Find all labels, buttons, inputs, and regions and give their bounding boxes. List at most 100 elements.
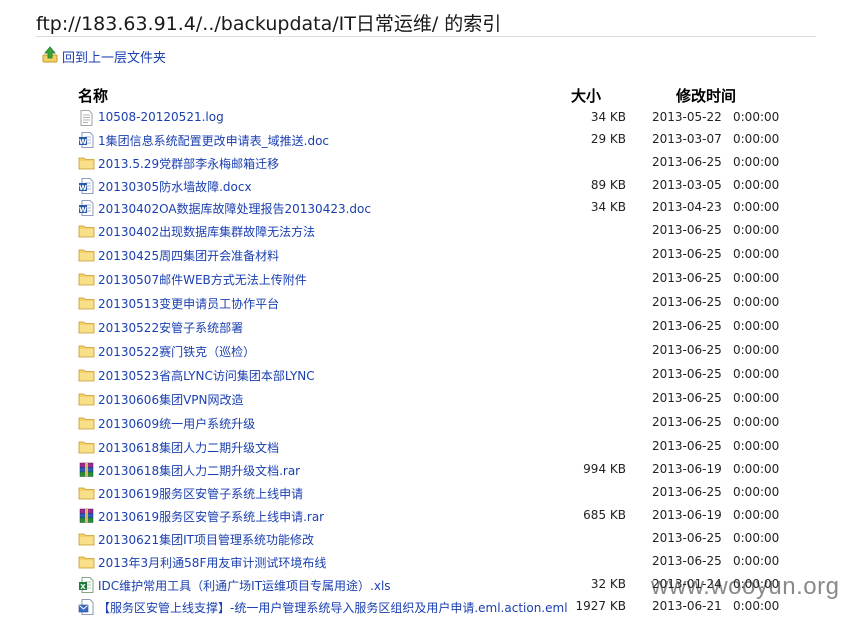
folder-icon [78, 271, 95, 287]
file-date: 2013-06-25 [652, 319, 722, 333]
file-name-link[interactable]: 20130425周四集团开会准备材料 [98, 247, 279, 264]
file-name-link[interactable]: 20130522安管子系统部署 [98, 319, 243, 336]
svg-text:X: X [80, 583, 86, 591]
file-time: 0:00:00 [733, 367, 780, 381]
file-date: 2013-06-25 [652, 554, 722, 568]
title-divider [36, 36, 816, 37]
file-name-link[interactable]: 20130618集团人力二期升级文档 [98, 439, 279, 456]
file-row: 20130621集团IT项目管理系统功能修改 2013-06-25 0:00:00 [0, 528, 857, 550]
folder-icon [78, 155, 95, 171]
file-name-link[interactable]: 20130619服务区安管子系统上线申请 [98, 485, 303, 502]
file-name-link[interactable]: 20130507邮件WEB方式无法上传附件 [98, 271, 307, 288]
file-name-link[interactable]: IDC维护常用工具（利通广场IT运维项目专属用途）.xls [98, 577, 391, 594]
file-name-link[interactable]: 20130618集团人力二期升级文档.rar [98, 462, 300, 479]
folder-icon [78, 485, 95, 501]
file-date: 2013-03-05 [652, 178, 722, 192]
file-time: 0:00:00 [733, 110, 780, 124]
file-row: 2013年3月利通58F用友审计测试环境布线 2013-06-25 0:00:00 [0, 551, 857, 573]
file-time: 0:00:00 [733, 415, 780, 429]
file-row: 20130523省高LYNC访问集团本部LYNC 2013-06-25 0:00:0… [0, 364, 857, 386]
page-title: ftp://183.63.91.4/../backupdata/IT日常运维/ … [36, 13, 502, 35]
folder-icon [78, 223, 95, 239]
file-size: 32 KB [590, 577, 626, 591]
file-name-link[interactable]: 10508-20120521.log [98, 110, 224, 124]
word-doc-icon: W [78, 132, 95, 148]
file-time: 0:00:00 [733, 178, 780, 192]
file-row: 20130609统一用户系统升级 2013-06-25 0:00:00 [0, 412, 857, 434]
file-date: 2013-03-07 [652, 132, 722, 146]
file-date: 2013-06-19 [652, 462, 722, 476]
file-name-link[interactable]: 20130402出现数据库集群故障无法方法 [98, 223, 315, 240]
file-date: 2013-06-21 [652, 599, 722, 613]
file-name-link[interactable]: 20130522赛门铁克（巡检） [98, 343, 255, 360]
column-header-name[interactable]: 名称 [78, 85, 108, 106]
file-time: 0:00:00 [733, 343, 780, 357]
file-row: 20130618集团人力二期升级文档 2013-06-25 0:00:00 [0, 436, 857, 458]
file-date: 2013-06-25 [652, 531, 722, 545]
file-size: 685 KB [583, 508, 626, 522]
file-row: 20130618集团人力二期升级文档.rar 994 KB 2013-06-19 0:… [0, 459, 857, 481]
file-name-link[interactable]: 20130609统一用户系统升级 [98, 415, 255, 432]
file-time: 0:00:00 [733, 599, 780, 613]
email-file-icon [78, 599, 95, 615]
file-size: 34 KB [590, 110, 626, 124]
file-row: 10508-20120521.log 34 KB 2013-05-22 0:00:00 [0, 107, 857, 129]
folder-icon [78, 247, 95, 263]
file-date: 2013-05-22 [652, 110, 722, 124]
file-row: 20130425周四集团开会准备材料 2013-06-25 0:00:00 [0, 244, 857, 266]
file-time: 0:00:00 [733, 391, 780, 405]
file-size: 34 KB [590, 200, 626, 214]
column-header-size[interactable]: 大小 [571, 85, 601, 106]
word-doc-icon: W [78, 178, 95, 194]
file-row: 20130513变更申请员工协作平台 2013-06-25 0:00:00 [0, 292, 857, 314]
file-name-link[interactable]: 20130619服务区安管子系统上线申请.rar [98, 508, 324, 525]
file-name-link[interactable]: 1集团信息系统配置更改申请表_域推送.doc [98, 132, 329, 149]
file-date: 2013-06-25 [652, 415, 722, 429]
file-name-link[interactable]: 20130305防水墙故障.docx [98, 178, 252, 195]
file-date: 2013-06-25 [652, 247, 722, 261]
file-row: 2013.5.29党群部李永梅邮箱迁移 2013-06-25 0:00:00 [0, 152, 857, 174]
parent-folder-label[interactable]: 回到上一层文件夹 [62, 47, 166, 66]
text-file-icon [78, 110, 95, 126]
file-time: 0:00:00 [733, 223, 780, 237]
file-row: 20130522安管子系统部署 2013-06-25 0:00:00 [0, 316, 857, 338]
file-time: 0:00:00 [733, 247, 780, 261]
folder-icon [78, 554, 95, 570]
file-name-link[interactable]: 【服务区安管上线支撑】-统一用户管理系统导入服务区组织及用户申请.eml.act… [98, 599, 568, 616]
file-date: 2013-06-25 [652, 155, 722, 169]
file-name-link[interactable]: 20130513变更申请员工协作平台 [98, 295, 279, 312]
file-date: 2013-06-25 [652, 223, 722, 237]
column-header-modified[interactable]: 修改时间 [676, 85, 736, 106]
file-name-link[interactable]: 20130523省高LYNC访问集团本部LYNC [98, 367, 315, 384]
file-time: 0:00:00 [733, 462, 780, 476]
file-name-link[interactable]: 20130402OA数据库故障处理报告20130423.doc [98, 200, 371, 217]
file-date: 2013-06-25 [652, 439, 722, 453]
file-row: 20130402出现数据库集群故障无法方法 2013-06-25 0:00:00 [0, 220, 857, 242]
file-name-link[interactable]: 2013.5.29党群部李永梅邮箱迁移 [98, 155, 279, 172]
rar-archive-icon [78, 462, 95, 478]
file-time: 0:00:00 [733, 132, 780, 146]
file-row: 20130619服务区安管子系统上线申请.rar 685 KB 2013-06-19… [0, 505, 857, 527]
file-time: 0:00:00 [733, 485, 780, 499]
folder-icon [78, 531, 95, 547]
parent-folder-link[interactable]: 回到上一层文件夹 [42, 45, 166, 66]
folder-icon [78, 391, 95, 407]
folder-icon [78, 343, 95, 359]
file-date: 2013-06-19 [652, 508, 722, 522]
file-name-link[interactable]: 2013年3月利通58F用友审计测试环境布线 [98, 554, 326, 571]
folder-icon [78, 367, 95, 383]
file-date: 2013-06-25 [652, 271, 722, 285]
file-time: 0:00:00 [733, 319, 780, 333]
file-date: 2013-06-25 [652, 367, 722, 381]
svg-text:W: W [79, 184, 87, 192]
watermark: www.wooyun.org [651, 573, 840, 600]
svg-text:W: W [79, 206, 87, 214]
file-size: 89 KB [590, 178, 626, 192]
file-date: 2013-06-25 [652, 391, 722, 405]
file-name-link[interactable]: 20130621集团IT项目管理系统功能修改 [98, 531, 314, 548]
file-time: 0:00:00 [733, 531, 780, 545]
file-row: 20130606集团VPN网改造 2013-06-25 0:00:00 [0, 388, 857, 410]
file-name-link[interactable]: 20130606集团VPN网改造 [98, 391, 244, 408]
file-time: 0:00:00 [733, 295, 780, 309]
file-date: 2013-04-23 [652, 200, 722, 214]
